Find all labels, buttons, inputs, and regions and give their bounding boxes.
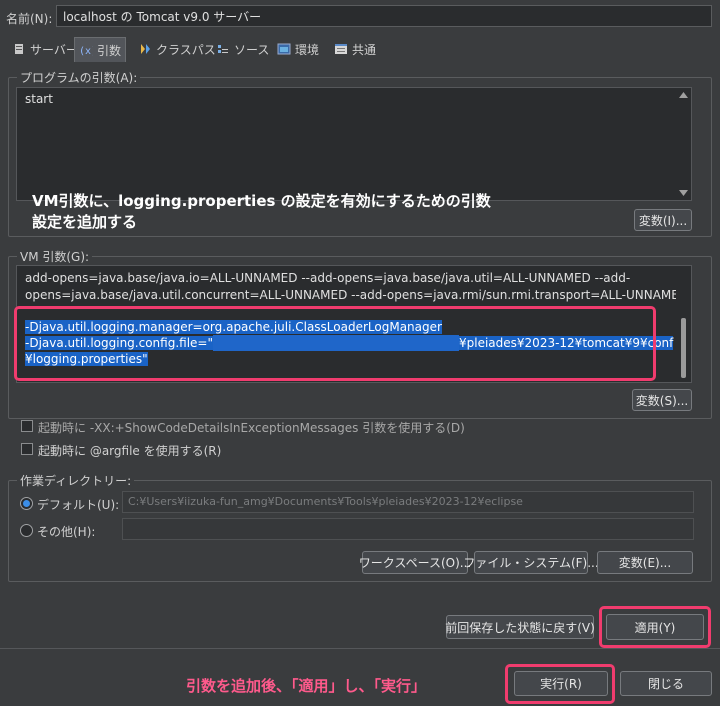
tab-bar: サーバー (x) 引数 クラスパス ソース 環境 共通 (0, 37, 720, 62)
scroll-up-icon (679, 92, 688, 98)
annotation-top-line2: 設定を追加する (32, 213, 138, 231)
tab-label: ソース (234, 42, 270, 57)
program-args-variables-button[interactable]: 変数(I)... (634, 209, 692, 231)
classpath-icon (141, 44, 150, 54)
tab-source[interactable]: ソース (212, 37, 273, 61)
close-button[interactable]: 閉じる (620, 671, 712, 696)
tab-common[interactable]: 共通 (330, 37, 380, 61)
source-icon (218, 45, 228, 53)
tab-label: クラスパス (156, 42, 216, 57)
environment-icon (277, 43, 291, 55)
program-args-scrollbar[interactable] (676, 88, 691, 200)
footer-separator (0, 648, 720, 649)
name-label: 名前(N): (6, 12, 53, 26)
tab-label: サーバー (30, 42, 78, 57)
vm-args-scroll-thumb[interactable] (681, 318, 686, 378)
vm-args-line1: add-opens=java.base/java.io=ALL-UNNAMED … (25, 271, 631, 285)
workdir-other-field[interactable] (122, 518, 694, 540)
workdir-default-label: デフォルト(U): (37, 498, 120, 512)
tab-environment[interactable]: 環境 (273, 37, 323, 61)
tab-label: 引数 (97, 43, 122, 58)
tab-server[interactable]: サーバー (8, 37, 82, 61)
option1-checkbox[interactable] (21, 420, 33, 432)
workdir-default-radio[interactable] (20, 497, 33, 510)
workdir-variables-button[interactable]: 変数(E)... (597, 551, 693, 574)
highlight-apply (599, 606, 711, 648)
vm-args-title: VM 引数(G): (17, 248, 93, 265)
option2-checkbox[interactable] (21, 443, 33, 455)
common-icon (335, 44, 347, 54)
svg-text:(x): (x) (79, 46, 93, 56)
name-input[interactable]: localhost の Tomcat v9.0 サーバー (56, 5, 712, 27)
vm-args-variables-button[interactable]: 変数(S)... (632, 389, 692, 411)
tab-label: 環境 (295, 42, 320, 57)
filesystem-button[interactable]: ファイル・システム(F)... (463, 551, 599, 574)
tab-label: 共通 (352, 42, 377, 57)
tab-arguments[interactable]: (x) 引数 (74, 37, 127, 62)
vm-args-line2: opens=java.base/java.util.concurrent=ALL… (25, 288, 689, 302)
program-args-value: start (25, 92, 53, 106)
scroll-down-icon (679, 190, 688, 196)
option1-label: 起動時に -XX:+ShowCodeDetailsInExceptionMess… (38, 421, 465, 435)
workspace-button[interactable]: ワークスペース(O)... (359, 551, 471, 574)
arguments-icon: (x) (79, 46, 93, 56)
tab-classpath[interactable]: クラスパス (134, 37, 220, 61)
program-args-textarea[interactable]: start (16, 87, 692, 201)
revert-button[interactable]: 前回保存した状態に戻す(V) (445, 615, 595, 639)
highlight-vm-args (14, 306, 656, 381)
annotation-bottom: 引数を追加後、「適用」し、「実行」 (186, 677, 427, 695)
option2-label: 起動時に @argfile を使用する(R) (38, 444, 222, 458)
highlight-run (505, 664, 615, 704)
workdir-other-radio[interactable] (20, 524, 33, 537)
server-icon (15, 44, 23, 54)
vm-args-scrollbar[interactable] (676, 266, 691, 382)
workdir-other-label: その他(H): (37, 525, 96, 539)
workdir-title: 作業ディレクトリー: (17, 472, 135, 489)
workdir-default-field[interactable]: C:¥Users¥iizuka-fun_amg¥Documents¥Tools¥… (122, 491, 694, 513)
annotation-top-line1: VM引数に、logging.properties の設定を有効にするための引数 (32, 192, 491, 210)
program-args-title: プログラムの引数(A): (17, 69, 141, 86)
